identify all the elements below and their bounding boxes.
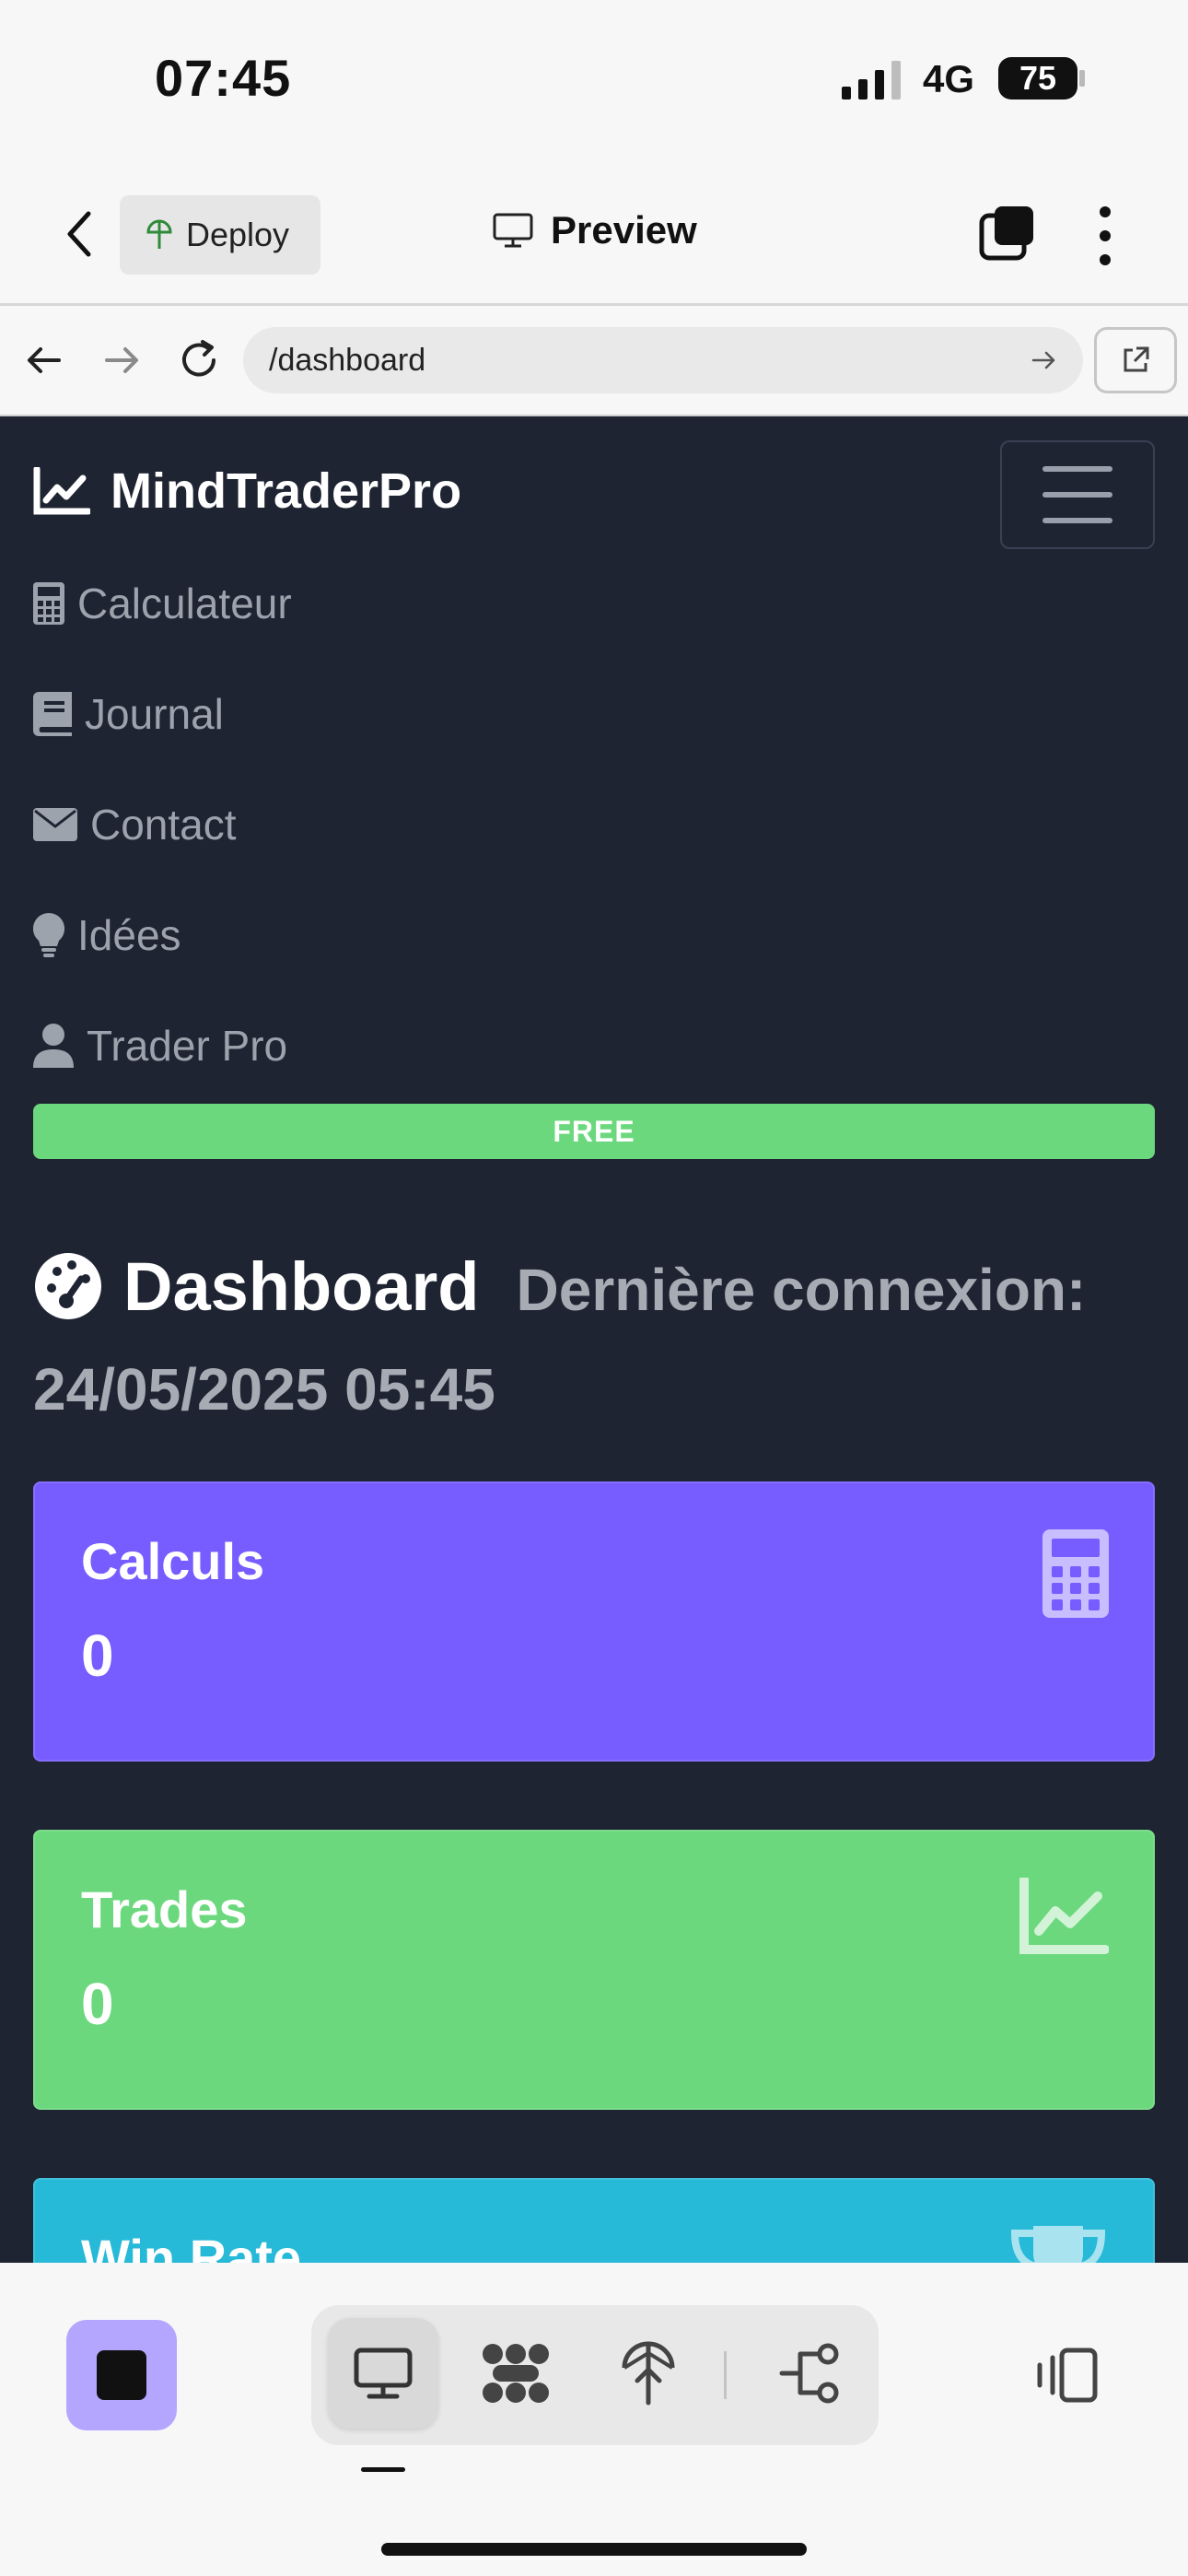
menu-item-label: Idées: [77, 911, 181, 959]
browser-forward-icon[interactable]: [98, 336, 146, 384]
active-tab-indicator: [361, 2467, 405, 2472]
brand-name: MindTraderPro: [111, 463, 462, 519]
device-toggle-button[interactable]: [1030, 2338, 1103, 2412]
navbar-brand[interactable]: MindTraderPro: [33, 463, 461, 520]
status-time: 07:45: [155, 49, 292, 107]
open-external-button[interactable]: [1094, 327, 1177, 393]
browser-back-icon[interactable]: [20, 336, 68, 384]
reload-icon[interactable]: [175, 336, 223, 384]
tachometer-icon: [35, 1253, 101, 1319]
stat-value: 0: [81, 1971, 114, 2037]
chart-line-icon: [1019, 1878, 1109, 1954]
stat-card-calculs[interactable]: Calculs 0: [33, 1481, 1155, 1762]
stat-label: Calculs: [81, 1532, 265, 1590]
page-title: Dashboard: [123, 1248, 480, 1325]
stat-label: Trades: [81, 1880, 248, 1938]
web-content: MindTraderPro Calculateur Journal Contac…: [0, 416, 1188, 2263]
url-bar[interactable]: /dashboard: [243, 327, 1083, 393]
lightbulb-icon: [33, 913, 64, 957]
chart-line-icon: [33, 467, 90, 515]
calculator-icon: [1042, 1529, 1109, 1618]
menu-item-calculateur[interactable]: Calculateur: [33, 579, 292, 628]
tabs-icon[interactable]: [978, 205, 1035, 262]
envelope-icon: [33, 808, 77, 841]
last-login-value: 24/05/2025 05:45: [33, 1356, 495, 1423]
browser-bar: /dashboard: [0, 309, 1188, 416]
stat-card-trades[interactable]: Trades 0: [33, 1830, 1155, 2110]
monitor-icon: [493, 213, 533, 248]
stat-value: 0: [81, 1622, 114, 1689]
battery-cap: [1079, 70, 1085, 87]
tab-workflows[interactable]: [755, 2318, 866, 2429]
device-toggle-icon: [1037, 2348, 1098, 2403]
deploy-button[interactable]: Deploy: [120, 195, 320, 275]
stat-card-win-rate[interactable]: Win Rate: [33, 2178, 1155, 2263]
agent-icon: [483, 2344, 549, 2403]
user-icon: [33, 1024, 74, 1068]
menu-item-label: Journal: [85, 690, 224, 738]
stop-button[interactable]: [66, 2320, 177, 2430]
go-arrow-icon[interactable]: [1030, 345, 1059, 375]
menu-item-trader-pro[interactable]: Trader Pro: [33, 1021, 287, 1071]
tab-deploy[interactable]: [593, 2318, 704, 2429]
workflow-icon: [779, 2343, 839, 2404]
stop-icon: [97, 2350, 146, 2400]
dashboard-heading: Dashboard Dernière connexion: 24/05/2025 …: [33, 1246, 1166, 1447]
menu-item-label: Trader Pro: [87, 1022, 288, 1070]
network-type: 4G: [923, 57, 975, 100]
back-chevron-icon[interactable]: [63, 210, 96, 258]
segment-divider: [724, 2351, 727, 2399]
bottom-toolbar: [0, 2263, 1188, 2576]
tab-preview[interactable]: [328, 2318, 438, 2429]
status-bar: 07:45 4G 75: [0, 0, 1188, 166]
menu-item-journal[interactable]: Journal: [33, 689, 224, 739]
menu-item-label: Contact: [90, 801, 237, 849]
navbar-toggler[interactable]: [1000, 440, 1155, 549]
deploy-icon: [622, 2341, 675, 2406]
calculator-icon: [33, 582, 64, 625]
plan-badge: FREE: [33, 1104, 1155, 1159]
stat-label: Win Rate: [81, 2229, 302, 2263]
menu-item-contact[interactable]: Contact: [33, 800, 237, 849]
menu-item-idees[interactable]: Idées: [33, 910, 181, 960]
menu-item-label: Calculateur: [77, 580, 292, 627]
battery-icon: 75: [998, 57, 1077, 100]
deploy-icon: [146, 219, 172, 249]
last-login-label: Dernière connexion:: [516, 1257, 1087, 1323]
external-link-icon: [1124, 346, 1149, 372]
trophy-icon: [1010, 2226, 1106, 2263]
url-text: /dashboard: [269, 342, 426, 378]
more-options-icon[interactable]: [1094, 206, 1116, 265]
monitor-icon: [354, 2348, 413, 2399]
view-switcher: [311, 2305, 879, 2445]
preview-label: Preview: [551, 208, 697, 252]
tab-agent[interactable]: [460, 2318, 571, 2429]
home-indicator: [381, 2543, 807, 2556]
deploy-label: Deploy: [186, 216, 290, 253]
app-bar: Deploy Preview: [0, 166, 1188, 306]
book-icon: [33, 692, 72, 736]
preview-title: Preview: [492, 208, 697, 252]
signal-icon: [842, 61, 901, 100]
